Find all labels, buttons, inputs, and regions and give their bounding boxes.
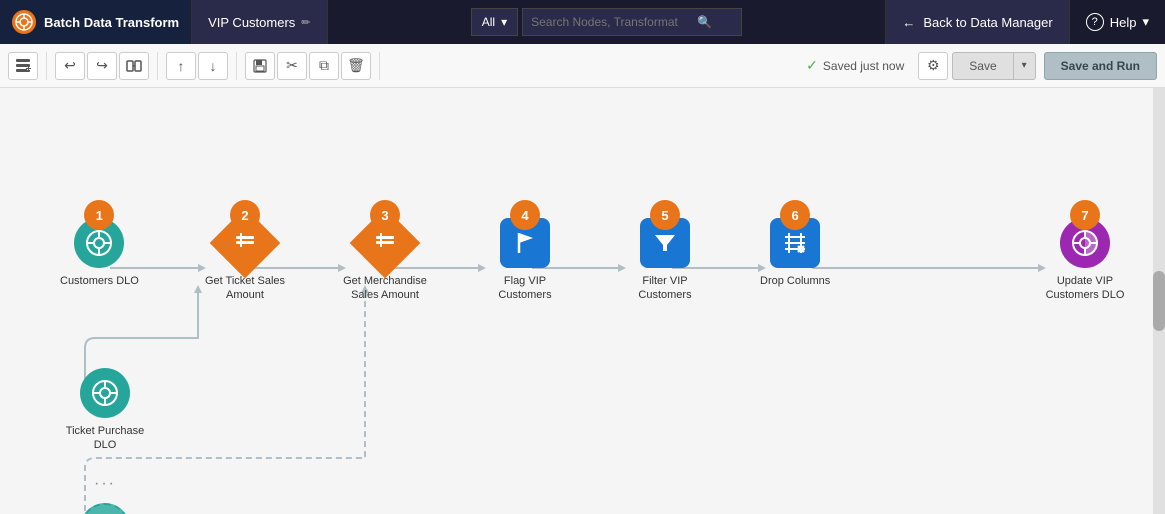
node-badge-3: 3 xyxy=(370,200,400,230)
question-icon: ? xyxy=(1086,13,1104,31)
node-badge-4: 4 xyxy=(510,200,540,230)
toolbar-group-file: ↑ ↓ xyxy=(166,52,237,80)
save-and-run-button[interactable]: Save and Run xyxy=(1044,52,1157,80)
node-icon-ticket-dlo xyxy=(80,368,130,418)
node-ticket-purchase-dlo[interactable]: Ticket Purchase DLO xyxy=(60,368,150,453)
undo-button[interactable]: ↩ xyxy=(55,52,85,80)
node-badge-7: 7 xyxy=(1070,200,1100,230)
saved-check-icon: ✓ xyxy=(806,57,818,74)
settings-button[interactable]: ⚙ xyxy=(918,52,948,80)
workflow-canvas: 1 Customers DLO 2 Get Tic xyxy=(0,88,1165,514)
logo-section: Batch Data Transform xyxy=(0,0,192,44)
chevron-down-icon: ▾ xyxy=(501,15,507,29)
search-input[interactable] xyxy=(531,15,691,29)
workflow-tab[interactable]: VIP Customers ✏ xyxy=(192,0,327,44)
node-icon-merchandise-dlo xyxy=(80,503,130,514)
filter-label: All xyxy=(482,15,495,29)
search-section: All ▾ 🔍 xyxy=(328,8,886,36)
node-label-flag-vip: Flag VIP Customers xyxy=(480,274,570,303)
node-label-ticket-dlo: Ticket Purchase DLO xyxy=(60,424,150,453)
delete-button[interactable]: 🗑 xyxy=(341,52,371,80)
node-drop-columns[interactable]: 6 Drop Columns xyxy=(760,218,830,288)
download-button[interactable]: ↓ xyxy=(198,52,228,80)
node-update-vip-dlo[interactable]: 7 Update VIP Customers DLO xyxy=(1040,218,1130,303)
toolbar-group-data xyxy=(8,52,47,80)
node-get-merchandise-sales[interactable]: 3 Get Merchandise Sales Amount xyxy=(340,218,430,303)
help-button[interactable]: ? Help ▾ xyxy=(1070,0,1165,44)
node-badge-6: 6 xyxy=(780,200,810,230)
vertical-scrollbar[interactable] xyxy=(1153,88,1165,514)
arrow-left-icon: ← xyxy=(902,15,915,30)
node-label-drop-columns: Drop Columns xyxy=(760,274,830,288)
node-flag-vip[interactable]: 4 Flag VIP Customers xyxy=(480,218,570,303)
saved-status: ✓ Saved just now xyxy=(806,57,904,74)
app-header: Batch Data Transform VIP Customers ✏ All… xyxy=(0,0,1165,44)
node-badge-2: 2 xyxy=(230,200,260,230)
node-badge-1: 1 xyxy=(84,200,114,230)
merge-button[interactable] xyxy=(119,52,149,80)
help-label: Help xyxy=(1110,15,1137,30)
help-chevron-icon: ▾ xyxy=(1142,14,1149,30)
cut-button[interactable]: ✂ xyxy=(277,52,307,80)
redo-button[interactable]: ↪ xyxy=(87,52,117,80)
node-label-customers-dlo: Customers DLO xyxy=(60,274,139,288)
edit-tab-icon[interactable]: ✏ xyxy=(301,16,310,29)
ellipsis-indicator: ··· xyxy=(94,475,116,493)
toolbar-group-edit: ✂ ⧉ 🗑 xyxy=(245,52,380,80)
node-merchandise-purchase-dlo[interactable]: ··· Merchandise Purchase DLO xyxy=(60,503,150,514)
toolbar-group-history: ↩ ↪ xyxy=(55,52,158,80)
node-label-update-vip: Update VIP Customers DLO xyxy=(1040,274,1130,303)
search-icon[interactable]: 🔍 xyxy=(697,15,712,29)
back-to-manager-button[interactable]: ← Back to Data Manager xyxy=(885,0,1069,44)
save-draft-button[interactable] xyxy=(245,52,275,80)
save-dropdown-button[interactable]: ▾ xyxy=(1014,52,1036,80)
save-button[interactable]: Save xyxy=(952,52,1013,80)
search-box: 🔍 xyxy=(522,8,742,36)
node-get-ticket-sales[interactable]: 2 Get Ticket Sales Amount xyxy=(200,218,290,303)
back-button-label: Back to Data Manager xyxy=(923,15,1052,30)
tab-label: VIP Customers xyxy=(208,15,295,30)
app-title: Batch Data Transform xyxy=(44,15,179,30)
saved-text: Saved just now xyxy=(823,59,904,73)
scrollbar-thumb[interactable] xyxy=(1153,271,1165,331)
copy-button[interactable]: ⧉ xyxy=(309,52,339,80)
toolbar: ↩ ↪ ↑ ↓ ✂ ⧉ 🗑 ✓ Saved just now ⚙ xyxy=(0,44,1165,88)
node-label-filter-vip: Filter VIP Customers xyxy=(620,274,710,303)
filter-dropdown[interactable]: All ▾ xyxy=(471,8,518,36)
connector-lines xyxy=(0,88,1165,514)
upload-button[interactable]: ↑ xyxy=(166,52,196,80)
node-badge-5: 5 xyxy=(650,200,680,230)
app-logo-icon xyxy=(12,10,36,34)
add-row-button[interactable] xyxy=(8,52,38,80)
node-filter-vip[interactable]: 5 Filter VIP Customers xyxy=(620,218,710,303)
save-button-group: Save ▾ xyxy=(952,52,1035,80)
node-customers-dlo[interactable]: 1 Customers DLO xyxy=(60,218,139,288)
